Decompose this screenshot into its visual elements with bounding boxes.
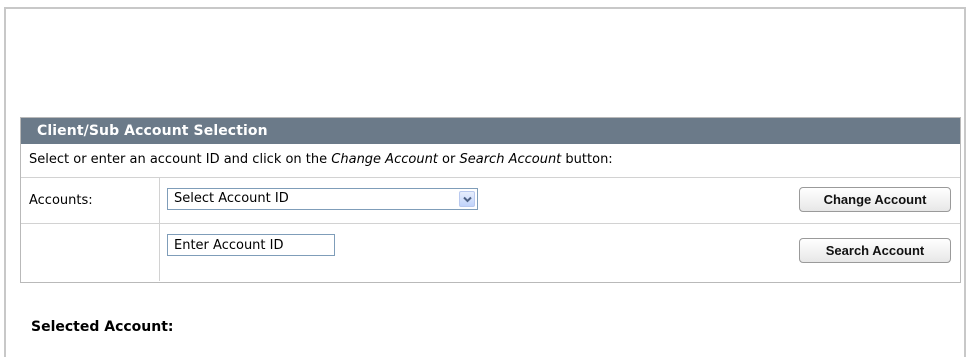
instructions-search-account-ref: Search Account (459, 152, 562, 167)
account-selection-panel: Client/Sub Account Selection Select or e… (20, 117, 961, 283)
instructions-prefix: Select or enter an account ID and click … (29, 152, 332, 167)
change-account-button[interactable]: Change Account (799, 187, 951, 212)
account-id-select[interactable]: Select Account ID (167, 188, 478, 210)
panel-title: Client/Sub Account Selection (21, 118, 960, 144)
instructions-text: Select or enter an account ID and click … (21, 144, 960, 178)
selected-account-heading: Selected Account: (31, 319, 174, 335)
accounts-row: Accounts: Select Account ID Change Accou… (21, 178, 960, 224)
chevron-down-icon[interactable] (459, 191, 475, 207)
instructions-middle: or (437, 152, 460, 167)
instructions-change-account-ref: Change Account (331, 152, 438, 167)
accounts-label: Accounts: (21, 178, 160, 223)
account-id-input[interactable] (167, 234, 335, 256)
search-account-button[interactable]: Search Account (799, 238, 951, 263)
account-id-select-value: Select Account ID (174, 191, 289, 206)
instructions-suffix: button: (561, 152, 613, 167)
search-row-label-cell (21, 224, 160, 281)
search-row: Search Account (21, 224, 960, 281)
